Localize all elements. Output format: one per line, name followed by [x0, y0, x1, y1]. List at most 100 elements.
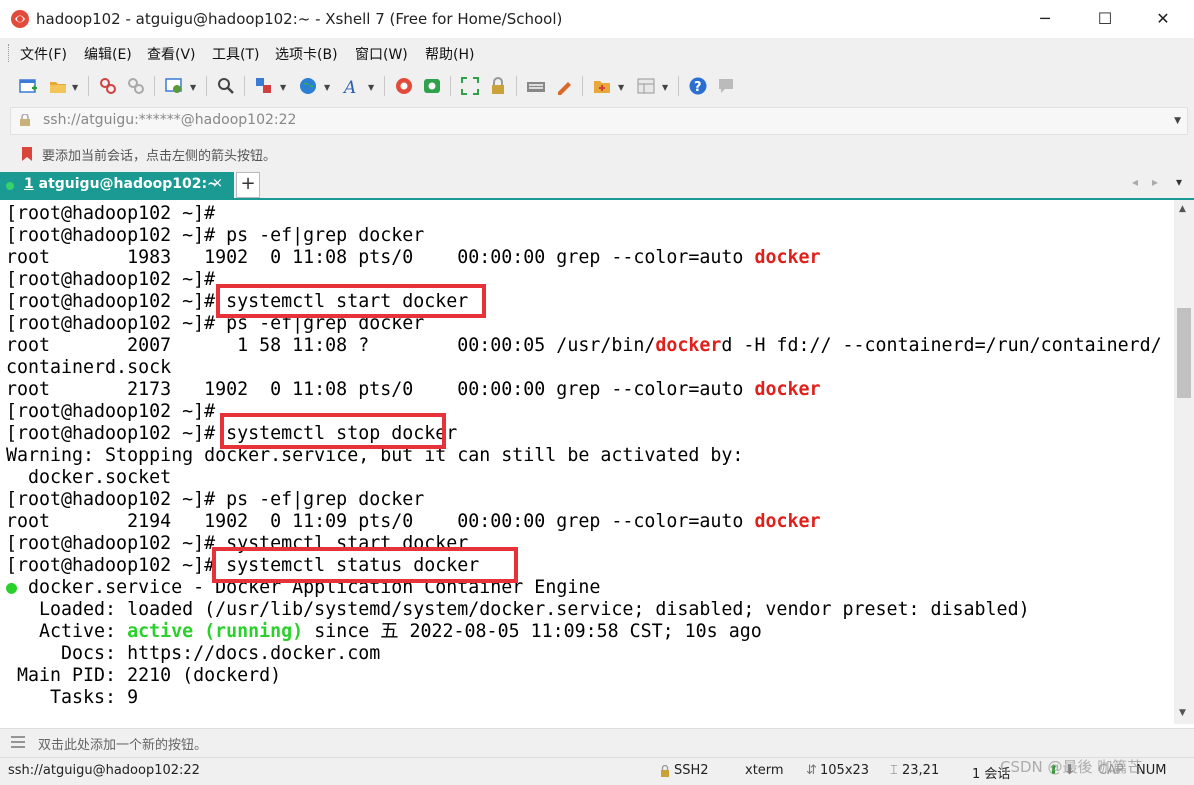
- menu-grip: [8, 44, 12, 62]
- hint-text: 要添加当前会话，点击左侧的箭头按钮。: [42, 149, 277, 164]
- status-connection: ssh://atguigu@hadoop102:22: [8, 763, 200, 778]
- tab-scroll-right-icon[interactable]: ▸: [1152, 175, 1158, 189]
- scroll-thumb[interactable]: [1177, 308, 1191, 398]
- scroll-up-icon[interactable]: ▲: [1179, 204, 1186, 214]
- tab-label: 1 atguigu@hadoop102:~: [24, 176, 219, 192]
- terminal-text: Active:: [6, 621, 128, 642]
- grep-match-highlight: docker: [754, 511, 821, 532]
- lock-icon: [20, 114, 30, 126]
- lock-icon[interactable]: [488, 76, 508, 96]
- toolbar-separator: [154, 76, 155, 96]
- toolbar-separator: [450, 76, 451, 96]
- terminal-output[interactable]: [root@hadoop102 ~]# [root@hadoop102 ~]# p…: [0, 200, 1174, 724]
- address-value: ssh://atguigu:******@hadoop102:22: [43, 112, 297, 128]
- terminal-line: [root@hadoop102 ~]# ps -ef|grep docker: [6, 225, 424, 247]
- menu-window[interactable]: 窗口(W): [355, 44, 408, 64]
- title-bar: hadoop102 - atguigu@hadoop102:~ - Xshell…: [0, 0, 1194, 38]
- open-dropdown-icon[interactable]: ▼: [72, 83, 78, 92]
- add-folder-icon[interactable]: [592, 76, 612, 96]
- font-dropdown-icon[interactable]: ▼: [368, 83, 374, 92]
- globe-dropdown-icon[interactable]: ▼: [324, 83, 330, 92]
- grep-match-highlight: docker: [754, 379, 821, 400]
- scroll-down-icon[interactable]: ▼: [1179, 708, 1186, 718]
- new-session-icon[interactable]: [18, 76, 38, 96]
- open-folder-icon[interactable]: [48, 76, 68, 96]
- menu-view[interactable]: 查看(V): [147, 44, 196, 64]
- terminal-line: root 2173 1902 0 11:08 pts/0 00:00:00 gr…: [6, 379, 820, 401]
- connected-status-icon: [6, 182, 14, 190]
- status-terminal-size: 105x23: [820, 763, 870, 778]
- maximize-button[interactable]: ☐: [1074, 0, 1136, 38]
- properties-dropdown-icon[interactable]: ▼: [190, 83, 196, 92]
- menu-edit[interactable]: 编辑(E): [84, 44, 132, 64]
- status-terminal-type: xterm: [745, 763, 784, 778]
- disconnect-icon[interactable]: [126, 76, 146, 96]
- minimize-button[interactable]: ─: [1014, 0, 1076, 38]
- grep-match-highlight: docker: [655, 335, 722, 356]
- annotation-box-stop: [220, 413, 446, 449]
- globe-icon[interactable]: [298, 76, 318, 96]
- menu-tabs[interactable]: 选项卡(B): [275, 44, 338, 64]
- add-folder-dropdown-icon[interactable]: ▼: [618, 83, 624, 92]
- reconnect-icon[interactable]: [98, 76, 118, 96]
- address-bar: ssh://atguigu:******@hadoop102:22 ▼: [0, 104, 1194, 136]
- session-properties-icon[interactable]: [164, 76, 184, 96]
- svg-text:A: A: [342, 78, 356, 96]
- terminal-line: Docs: https://docs.docker.com: [6, 643, 380, 665]
- menu-tools[interactable]: 工具(T): [212, 44, 259, 64]
- tab-menu-icon[interactable]: ▾: [1176, 175, 1182, 189]
- transfer-dropdown-icon[interactable]: ▼: [280, 83, 286, 92]
- address-dropdown-icon[interactable]: ▼: [1174, 116, 1181, 126]
- terminal-line: [root@hadoop102 ~]# ps -ef|grep docker: [6, 489, 424, 511]
- terminal-text: d -H fd:// --containerd=/run/containerd/: [721, 335, 1162, 356]
- quick-command-bar[interactable]: 双击此处添加一个新的按钮。: [0, 728, 1194, 757]
- find-icon[interactable]: [216, 76, 236, 96]
- terminal-text: [root@hadoop102 ~]#: [6, 269, 216, 290]
- address-field[interactable]: ssh://atguigu:******@hadoop102:22 ▼: [10, 107, 1188, 135]
- xftp-icon[interactable]: [422, 76, 442, 96]
- keyboard-icon[interactable]: [526, 76, 546, 96]
- terminal-text: containerd.sock: [6, 357, 172, 378]
- grep-match-highlight: docker: [754, 247, 821, 268]
- tab-scroll-left-icon[interactable]: ◂: [1132, 175, 1138, 189]
- terminal-text: docker.socket: [6, 467, 172, 488]
- svg-text:?: ?: [694, 80, 702, 95]
- terminal-line: [root@hadoop102 ~]#: [6, 401, 215, 423]
- terminal-scrollbar[interactable]: ▲ ▼: [1174, 200, 1194, 724]
- tab-session-1[interactable]: 1 atguigu@hadoop102:~ ×: [0, 172, 234, 198]
- tab-close-icon[interactable]: ×: [212, 176, 223, 191]
- fullscreen-icon[interactable]: [460, 76, 480, 96]
- terminal-line: root 2194 1902 0 11:09 pts/0 00:00:00 gr…: [6, 511, 820, 533]
- hamburger-menu-icon[interactable]: [10, 735, 26, 749]
- tab-number: 1: [24, 176, 34, 192]
- chat-bubble-icon[interactable]: [716, 76, 736, 96]
- help-icon[interactable]: ?: [688, 76, 708, 96]
- terminal-line: [root@hadoop102 ~]#: [6, 269, 215, 291]
- annotation-box-start: [216, 284, 486, 318]
- toolbar-separator: [516, 76, 517, 96]
- toolbar-separator: [206, 76, 207, 96]
- terminal-line: root 1983 1902 0 11:08 pts/0 00:00:00 gr…: [6, 247, 820, 269]
- terminal-line: Main PID: 2210 (dockerd): [6, 665, 281, 687]
- terminal-text: root 1983 1902 0 11:08 pts/0 00:00:00 gr…: [6, 247, 755, 268]
- bookmark-arrow-icon[interactable]: [20, 146, 36, 162]
- menu-file[interactable]: 文件(F): [20, 44, 67, 64]
- terminal-line: docker.socket: [6, 467, 171, 489]
- lock-icon: [661, 765, 669, 777]
- font-icon[interactable]: A: [342, 76, 362, 96]
- close-button[interactable]: ✕: [1132, 0, 1194, 38]
- transfer-icon[interactable]: [254, 76, 274, 96]
- menu-help[interactable]: 帮助(H): [425, 44, 474, 64]
- layout-dropdown-icon[interactable]: ▼: [662, 83, 668, 92]
- window-title: hadoop102 - atguigu@hadoop102:~ - Xshell…: [36, 10, 563, 28]
- highlight-pen-icon[interactable]: [554, 76, 574, 96]
- terminal-text: Tasks: 9: [6, 687, 139, 708]
- xshell-swirl-icon[interactable]: [394, 76, 414, 96]
- toolbar: ▼ ▼ ▼ ▼ A ▼ ▼ ▼ ?: [0, 68, 1194, 104]
- layout-icon[interactable]: [636, 76, 656, 96]
- add-tab-button[interactable]: +: [236, 172, 260, 198]
- terminal-line: root 2007 1 58 11:08 ? 00:00:05 /usr/bin…: [6, 335, 1162, 357]
- terminal-text: Docs: https://docs.docker.com: [6, 643, 381, 664]
- status-protocol: SSH2: [674, 763, 709, 778]
- toolbar-separator: [582, 76, 583, 96]
